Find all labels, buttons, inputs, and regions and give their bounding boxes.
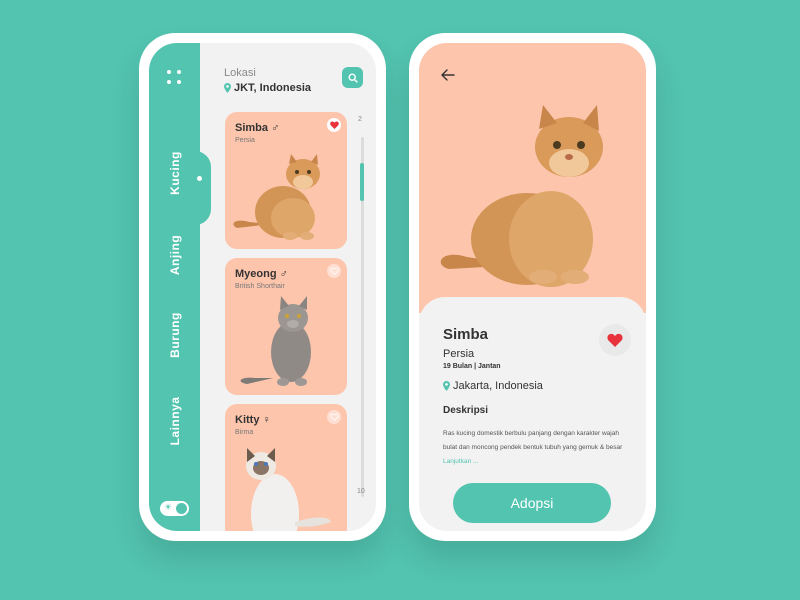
back-arrow-icon[interactable]: [441, 69, 455, 81]
pet-name: Kitty ♀: [235, 414, 271, 426]
phone-list-screen: Kucing Anjing Burung Lainnya ☀ Lokasi JK…: [139, 33, 386, 541]
list-screen: Kucing Anjing Burung Lainnya ☀ Lokasi JK…: [149, 43, 376, 531]
scroll-end-number: 10: [357, 488, 365, 495]
location-text: Jakarta, Indonesia: [453, 380, 543, 392]
category-sidebar: Kucing Anjing Burung Lainnya ☀: [149, 43, 200, 531]
pet-breed: Persia: [443, 348, 475, 360]
tab-burung[interactable]: Burung: [168, 312, 182, 358]
scrollbar-thumb[interactable]: [360, 163, 364, 201]
heart-filled-icon: [607, 333, 623, 347]
theme-toggle[interactable]: ☀: [160, 501, 189, 516]
pet-detail-panel: Simba Persia 19 Bulan | Jantan Jakarta, …: [419, 297, 646, 531]
tab-kucing[interactable]: Kucing: [168, 151, 182, 195]
location-text: JKT, Indonesia: [234, 82, 312, 94]
favorite-button[interactable]: [327, 118, 341, 132]
pet-card-simba[interactable]: Simba ♂ Persia: [225, 112, 347, 249]
menu-grid-icon[interactable]: [167, 70, 183, 86]
cat-photo: [440, 105, 603, 287]
pet-hero-image: [419, 43, 646, 313]
pet-breed: Persia: [235, 137, 255, 144]
pet-location: Jakarta, Indonesia: [443, 380, 543, 392]
phone-detail-screen: Simba Persia 19 Bulan | Jantan Jakarta, …: [409, 33, 656, 541]
heart-filled-icon: [329, 121, 339, 129]
scroll-start-number: 2: [358, 116, 362, 123]
adopt-button[interactable]: Adopsi: [453, 483, 611, 523]
location-pin-icon: [443, 381, 450, 391]
favorite-button[interactable]: [599, 324, 631, 356]
heart-outline-icon: [329, 267, 339, 275]
location-value[interactable]: JKT, Indonesia: [224, 82, 311, 94]
heart-outline-icon: [329, 413, 339, 421]
gender-symbol: ♂: [271, 122, 280, 134]
description-title: Deskripsi: [443, 405, 489, 416]
gender-symbol: ♀: [262, 414, 271, 426]
favorite-button[interactable]: [327, 410, 341, 424]
pet-breed: British Shorthair: [235, 283, 285, 290]
tab-lainnya[interactable]: Lainnya: [168, 397, 182, 446]
search-icon: [347, 72, 358, 83]
pet-breed: Birma: [235, 429, 254, 436]
location-pin-icon: [224, 83, 231, 93]
tab-anjing[interactable]: Anjing: [168, 235, 182, 275]
location-label: Lokasi: [224, 67, 256, 79]
read-more-link[interactable]: Lanjutkan ...: [443, 458, 478, 465]
description-text: Ras kucing domestik berbulu panjang deng…: [443, 430, 623, 465]
pet-name: Simba: [443, 326, 489, 343]
active-tab-indicator: [197, 176, 202, 181]
pet-age-gender: 19 Bulan | Jantan: [443, 363, 501, 370]
toggle-knob: [176, 503, 187, 514]
favorite-button[interactable]: [327, 264, 341, 278]
pet-card-myeong[interactable]: Myeong ♂ British Shorthair: [225, 258, 347, 395]
detail-screen: Simba Persia 19 Bulan | Jantan Jakarta, …: [419, 43, 646, 531]
pet-card-kitty[interactable]: Kitty ♀ Birma: [225, 404, 347, 531]
gender-symbol: ♂: [279, 268, 288, 280]
pet-name: Simba ♂: [235, 122, 280, 134]
active-tab-notch: [195, 151, 211, 225]
pet-name: Myeong ♂: [235, 268, 288, 280]
sun-icon: ☀: [164, 502, 173, 512]
search-button[interactable]: [342, 67, 363, 88]
